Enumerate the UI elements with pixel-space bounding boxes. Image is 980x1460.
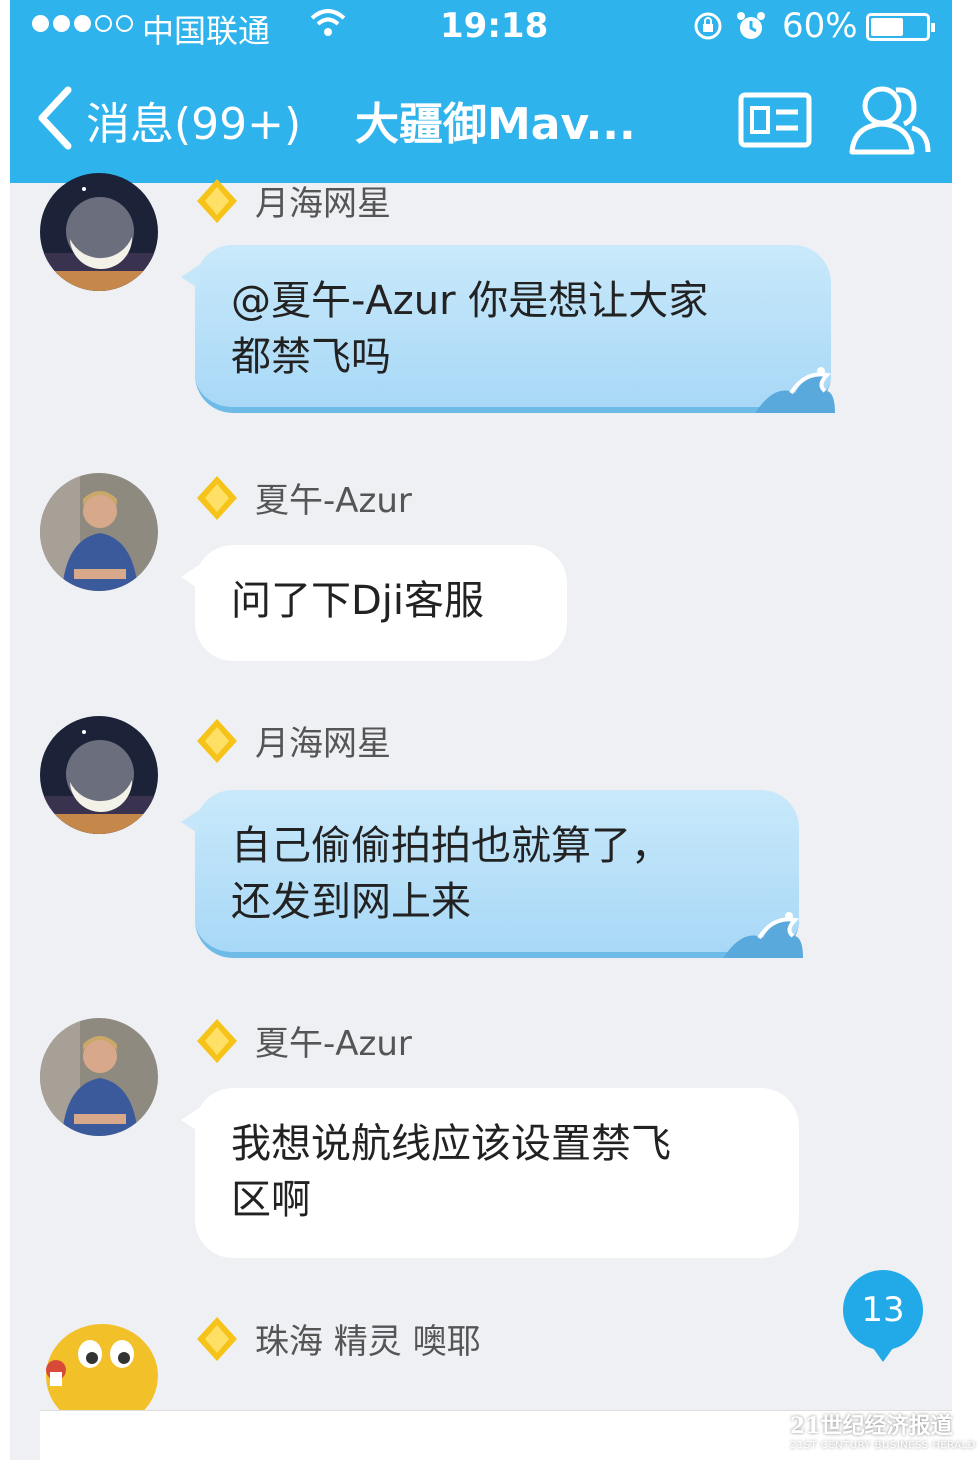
wave-decoration-icon [723, 912, 803, 958]
message-line: 问了下Dji客服 [231, 578, 485, 624]
wifi-icon [310, 8, 346, 42]
message-line: 区啊 [231, 1177, 311, 1223]
message-line: 都禁飞吗 [231, 334, 391, 380]
signal-strength-icon [32, 15, 133, 32]
diamond-level-icon [197, 1316, 237, 1361]
watermark-logo: 21世纪经济报道 21ST CENTURY BUSINESS HERALD [790, 1408, 976, 1451]
message-line: 自己偷偷拍拍也就算了， [231, 823, 671, 869]
diamond-level-icon [197, 178, 237, 223]
phone-screen: 中国联通 19:18 60% 消息(99+) 大疆御Mav... 月海网星 @夏… [10, 0, 952, 1460]
clock-time: 19:18 [440, 6, 549, 46]
diamond-level-icon [197, 1018, 237, 1063]
back-button-label[interactable]: 消息(99+) [86, 88, 301, 152]
sender-name: 月海网星 [255, 184, 391, 224]
message-line: @夏午-Azur 你是想让大家 [231, 278, 709, 324]
diamond-level-icon [197, 475, 237, 520]
battery-percentage: 60% [782, 6, 858, 46]
carrier-name: 中国联通 [142, 12, 271, 50]
back-chevron-icon[interactable] [34, 86, 74, 154]
watermark-subtitle: 21ST CENTURY BUSINESS HERALD [790, 1440, 976, 1451]
avatar-man[interactable] [40, 473, 158, 591]
message-bubble[interactable]: 问了下Dji客服 [181, 545, 567, 661]
rotation-lock-icon [692, 10, 724, 46]
unread-count: 13 [861, 1290, 905, 1330]
profile-card-icon[interactable] [738, 92, 812, 152]
alarm-icon [735, 10, 767, 46]
watermark-title: 21世纪经济报道 [790, 1413, 953, 1439]
avatar-man[interactable] [40, 1018, 158, 1136]
diamond-level-icon [197, 718, 237, 763]
message-line: 还发到网上来 [231, 879, 471, 925]
navigation-bar: 消息(99+) 大疆御Mav... [10, 70, 952, 170]
top-bar: 中国联通 19:18 60% 消息(99+) 大疆御Mav... [10, 0, 952, 183]
message-bubble[interactable]: @夏午-Azur 你是想让大家 都禁飞吗 [181, 245, 835, 413]
sender-name: 夏午-Azur [255, 1024, 412, 1064]
unread-count-badge[interactable]: 13 [843, 1270, 923, 1362]
avatar-moon[interactable] [40, 716, 158, 834]
sender-name: 夏午-Azur [255, 481, 412, 521]
avatar-moon[interactable] [40, 173, 158, 291]
message-bubble[interactable]: 我想说航线应该设置禁飞 区啊 [181, 1088, 799, 1258]
sender-name: 珠海 精灵 噢耶 [255, 1322, 481, 1362]
group-members-icon[interactable] [848, 82, 932, 160]
message-line: 我想说航线应该设置禁飞 [231, 1121, 671, 1167]
sender-name: 月海网星 [255, 724, 391, 764]
message-bubble[interactable]: 自己偷偷拍拍也就算了， 还发到网上来 [181, 790, 803, 958]
status-bar: 中国联通 19:18 60% [10, 0, 952, 52]
wave-decoration-icon [755, 367, 835, 413]
battery-icon [866, 13, 935, 41]
chat-title: 大疆御Mav... [355, 99, 636, 150]
